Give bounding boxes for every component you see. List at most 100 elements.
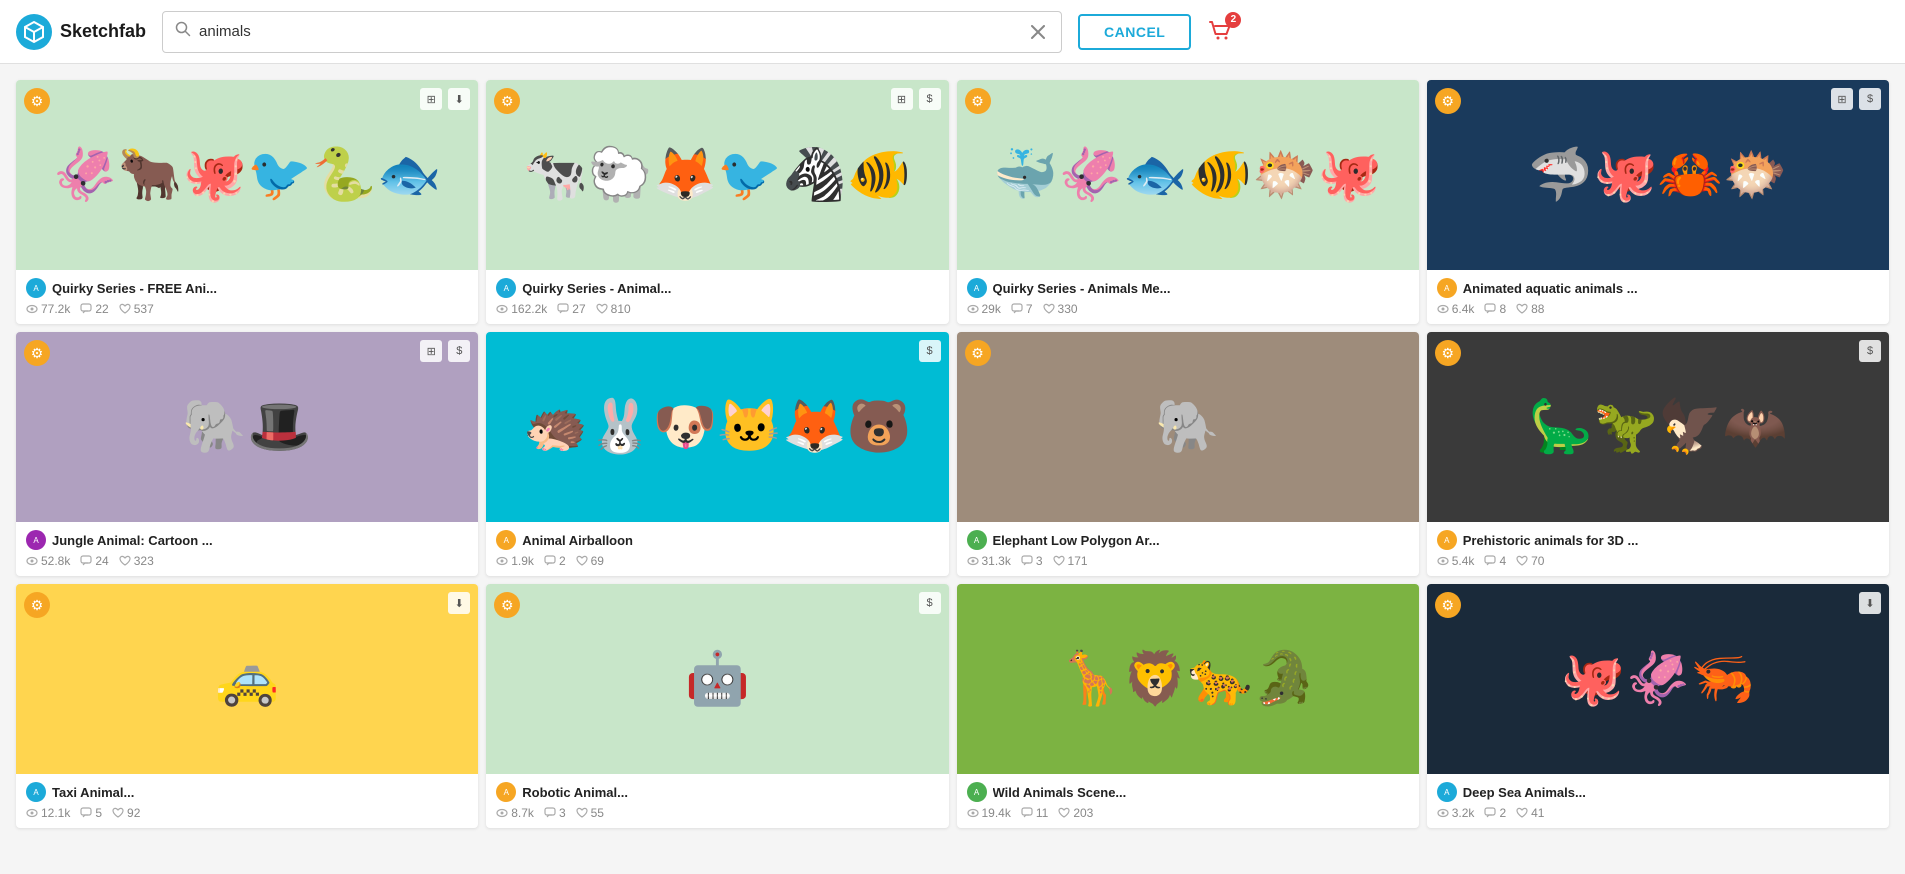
card-overlay-icons: $ [1859,340,1881,362]
comments-stat: 4 [1484,554,1506,568]
card-title: Quirky Series - FREE Ani... [52,281,217,296]
comments-stat: 22 [80,302,108,316]
search-clear-button[interactable] [1027,25,1049,39]
grid-icon[interactable]: ⊞ [420,340,442,362]
model-card[interactable]: 🐘 ⚙ A Elephant Low Polygon Ar... 31.3k 3 [957,332,1419,576]
avatar: A [26,278,46,298]
card-stats: 77.2k 22 537 [26,302,468,316]
gear-badge: ⚙ [965,340,991,366]
dollar-icon[interactable]: $ [919,340,941,362]
model-card[interactable]: 🐙🦑🦐 ⚙ ⬇ A Deep Sea Animals... 3.2k 2 [1427,584,1889,828]
dollar-icon[interactable]: $ [1859,340,1881,362]
likes-stat: 88 [1516,302,1544,316]
views-stat: 52.8k [26,554,70,568]
card-info: A Taxi Animal... 12.1k 5 92 [16,774,478,828]
model-card[interactable]: 🐳🦑🐟🐠🐡🐙 ⚙ A Quirky Series - Animals Me...… [957,80,1419,324]
grid-icon[interactable]: ⊞ [891,88,913,110]
views-stat: 31.3k [967,554,1011,568]
card-stats: 6.4k 8 88 [1437,302,1879,316]
card-stats: 19.4k 11 203 [967,806,1409,820]
card-title-row: A Deep Sea Animals... [1437,782,1879,802]
card-title: Deep Sea Animals... [1463,785,1586,800]
comments-stat: 2 [544,554,566,568]
dollar-icon[interactable]: $ [1859,88,1881,110]
model-card[interactable]: 🦒🦁🐆🐊 A Wild Animals Scene... 19.4k 11 [957,584,1419,828]
card-stats: 3.2k 2 41 [1437,806,1879,820]
card-info: A Wild Animals Scene... 19.4k 11 203 [957,774,1419,828]
likes-stat: 55 [576,806,604,820]
model-card[interactable]: 🐄🐑🦊🐦🦓🐠 ⚙ ⊞$ A Quirky Series - Animal... … [486,80,948,324]
card-info: A Quirky Series - FREE Ani... 77.2k 22 5… [16,270,478,324]
likes-stat: 70 [1516,554,1544,568]
grid-icon[interactable]: ⊞ [420,88,442,110]
dollar-icon[interactable]: $ [919,88,941,110]
card-thumbnail: 🐘 ⚙ [957,332,1419,522]
card-title-row: A Prehistoric animals for 3D ... [1437,530,1879,550]
comments-stat: 2 [1484,806,1506,820]
card-thumbnail: 🦑🐂🐙🐦🐍🐟 ⚙ ⊞⬇ [16,80,478,270]
views-stat: 19.4k [967,806,1011,820]
card-thumbnail: 🦔🐰🐶🐱🦊🐻 $ [486,332,948,522]
search-input[interactable] [199,23,1027,40]
cart-button[interactable]: 2 [1207,18,1235,46]
likes-stat: 537 [119,302,154,316]
avatar: A [967,278,987,298]
gear-badge: ⚙ [1435,340,1461,366]
card-thumbnail: 🦕🦖🦅🦇 ⚙ $ [1427,332,1889,522]
card-stats: 162.2k 27 810 [496,302,938,316]
comments-stat: 8 [1484,302,1506,316]
avatar: A [967,530,987,550]
model-card[interactable]: 🦈🐙🦀🐡 ⚙ ⊞$ A Animated aquatic animals ...… [1427,80,1889,324]
comments-stat: 5 [80,806,102,820]
comments-stat: 3 [544,806,566,820]
card-title: Wild Animals Scene... [993,785,1127,800]
model-card[interactable]: 🤖 ⚙ $ A Robotic Animal... 8.7k 3 [486,584,948,828]
grid-icon[interactable]: ⊞ [1831,88,1853,110]
model-card[interactable]: 🦑🐂🐙🐦🐍🐟 ⚙ ⊞⬇ A Quirky Series - FREE Ani..… [16,80,478,324]
dollar-icon[interactable]: $ [448,340,470,362]
likes-stat: 203 [1058,806,1093,820]
card-stats: 5.4k 4 70 [1437,554,1879,568]
dollar-icon[interactable]: $ [919,592,941,614]
card-stats: 1.9k 2 69 [496,554,938,568]
avatar: A [26,530,46,550]
card-thumbnail: 🦈🐙🦀🐡 ⚙ ⊞$ [1427,80,1889,270]
card-title-row: A Jungle Animal: Cartoon ... [26,530,468,550]
card-info: A Prehistoric animals for 3D ... 5.4k 4 … [1427,522,1889,576]
card-title: Quirky Series - Animals Me... [993,281,1171,296]
model-card[interactable]: 🚕 ⚙ ⬇ A Taxi Animal... 12.1k 5 [16,584,478,828]
card-title-row: A Wild Animals Scene... [967,782,1409,802]
comments-stat: 7 [1011,302,1033,316]
model-card[interactable]: 🐘🎩 ⚙ ⊞$ A Jungle Animal: Cartoon ... 52.… [16,332,478,576]
card-overlay-icons: ⊞⬇ [420,88,470,110]
views-stat: 1.9k [496,554,534,568]
card-title-row: A Animated aquatic animals ... [1437,278,1879,298]
download-icon[interactable]: ⬇ [448,592,470,614]
card-thumbnail: 🐳🦑🐟🐠🐡🐙 ⚙ [957,80,1419,270]
model-card[interactable]: 🦔🐰🐶🐱🦊🐻 $ A Animal Airballoon 1.9k 2 [486,332,948,576]
card-title-row: A Robotic Animal... [496,782,938,802]
card-overlay-icons: $ [919,592,941,614]
card-title: Animated aquatic animals ... [1463,281,1638,296]
model-card[interactable]: 🦕🦖🦅🦇 ⚙ $ A Prehistoric animals for 3D ..… [1427,332,1889,576]
likes-stat: 41 [1516,806,1544,820]
comments-stat: 3 [1021,554,1043,568]
gear-badge: ⚙ [494,592,520,618]
download-icon[interactable]: ⬇ [448,88,470,110]
avatar: A [496,278,516,298]
download-icon[interactable]: ⬇ [1859,592,1881,614]
likes-stat: 330 [1043,302,1078,316]
card-info: A Quirky Series - Animal... 162.2k 27 81… [486,270,948,324]
header: Sketchfab CANCEL 2 [0,0,1905,64]
views-stat: 8.7k [496,806,534,820]
avatar: A [26,782,46,802]
card-stats: 29k 7 330 [967,302,1409,316]
card-thumbnail: 🦒🦁🐆🐊 [957,584,1419,774]
logo-link[interactable]: Sketchfab [16,14,146,50]
likes-stat: 69 [576,554,604,568]
card-title: Quirky Series - Animal... [522,281,671,296]
gear-badge: ⚙ [24,340,50,366]
search-bar [162,11,1062,53]
cancel-button[interactable]: CANCEL [1078,14,1191,50]
gear-badge: ⚙ [1435,592,1461,618]
